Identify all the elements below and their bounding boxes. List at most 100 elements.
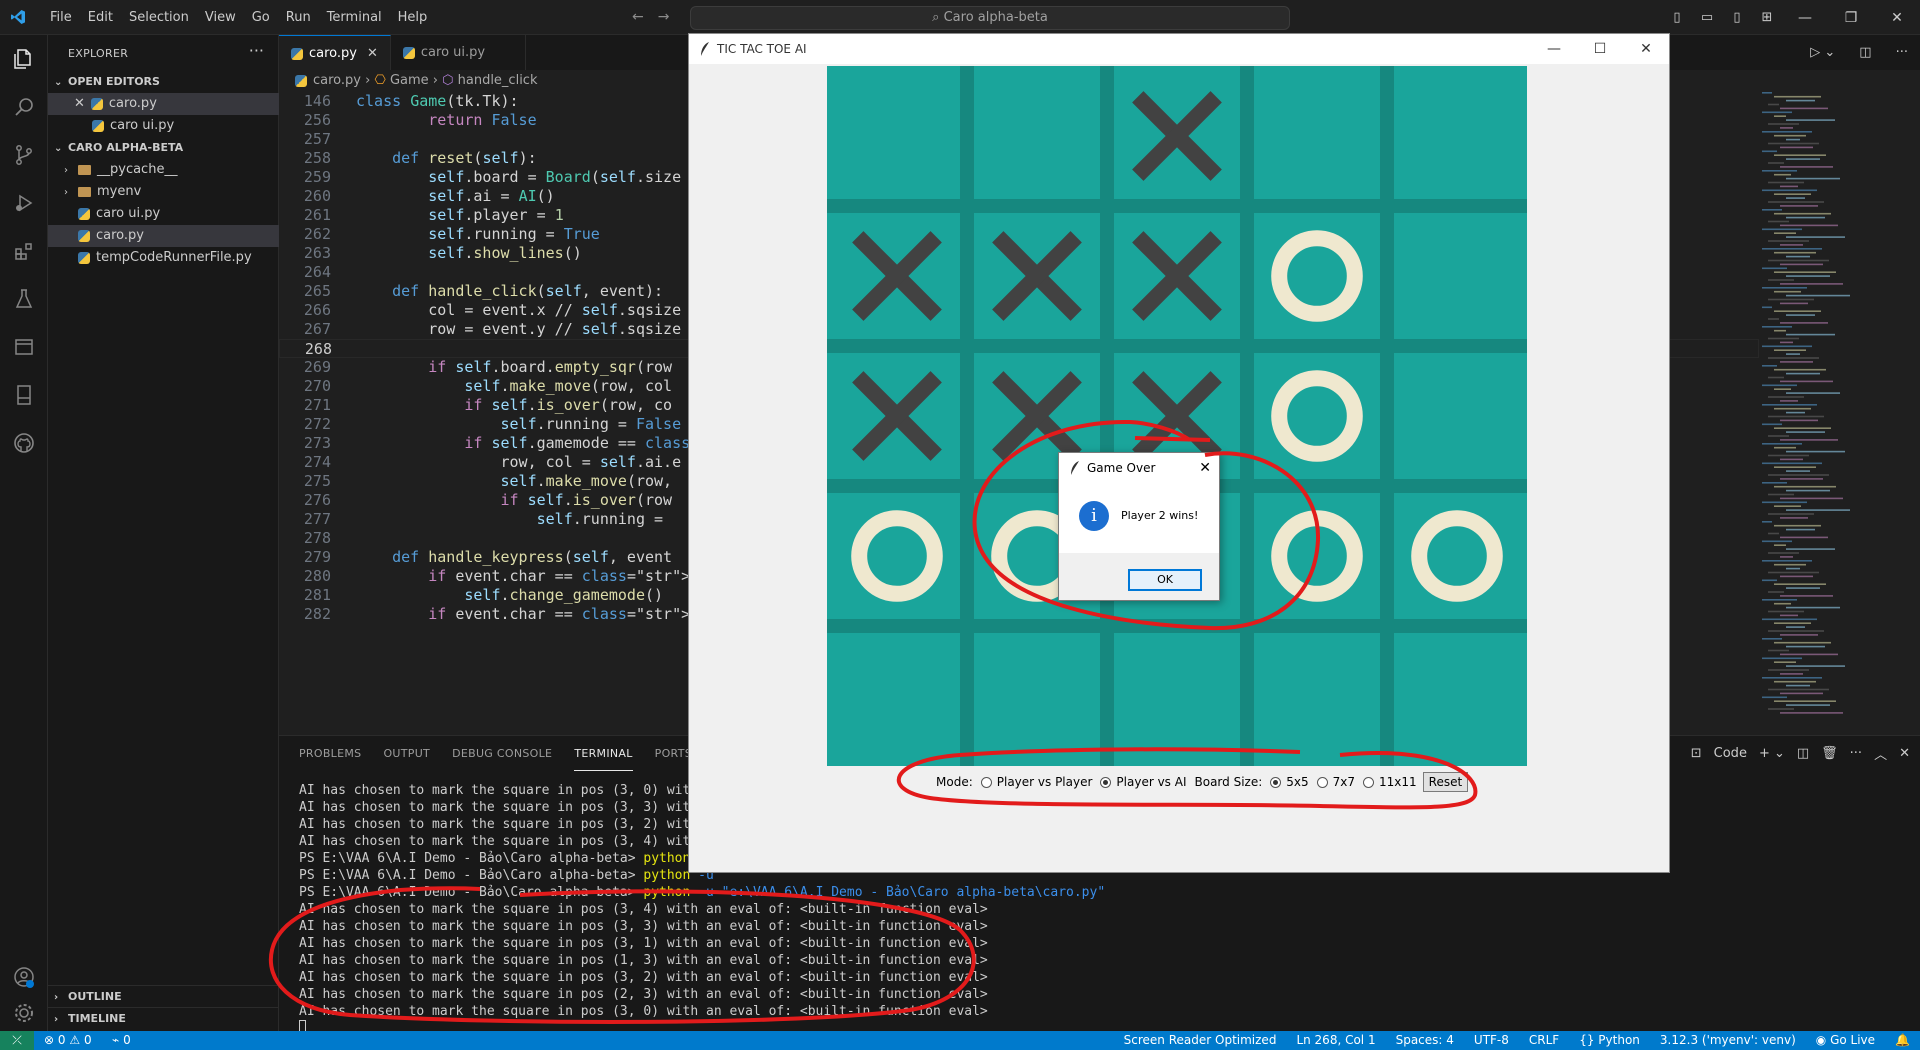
menu-view[interactable]: View (197, 0, 244, 35)
board-cell[interactable] (1387, 66, 1527, 206)
tree-item-caro-ui-py[interactable]: caro ui.py (48, 203, 279, 225)
open-editor-item-caro-ui-py[interactable]: caro ui.py (48, 115, 279, 137)
close-icon[interactable]: ✕ (367, 46, 378, 61)
menu-run[interactable]: Run (278, 0, 319, 35)
source-control-icon[interactable] (12, 143, 36, 167)
back-arrow-icon[interactable]: ← (632, 9, 644, 25)
ok-button[interactable]: OK (1128, 569, 1202, 591)
close-icon[interactable]: ✕ (74, 96, 85, 111)
tk-maximize-button[interactable]: ☐ (1577, 34, 1623, 64)
board-cell[interactable] (1387, 206, 1527, 346)
tree-item-tempcoderunnerfile[interactable]: tempCodeRunnerFile.py (48, 247, 279, 269)
tab-ports[interactable]: PORTS (655, 736, 692, 771)
tk-close-button[interactable]: ✕ (1623, 34, 1669, 64)
board-cell[interactable] (967, 66, 1107, 206)
restore-window-button[interactable]: ❐ (1828, 10, 1874, 26)
board-cell[interactable] (1247, 486, 1387, 626)
menu-go[interactable]: Go (244, 0, 278, 35)
split-terminal-icon[interactable]: ◫ (1797, 746, 1809, 761)
accounts-icon[interactable] (12, 965, 36, 989)
indentation-status[interactable]: Spaces: 4 (1386, 1031, 1464, 1050)
radio-player-vs-player[interactable] (980, 776, 992, 788)
encoding-status[interactable]: UTF-8 (1464, 1031, 1519, 1050)
menu-help[interactable]: Help (390, 0, 436, 35)
mode-option-label[interactable]: Player vs Player (997, 775, 1093, 789)
radio-player-vs-ai[interactable] (1100, 776, 1112, 788)
board-cell[interactable] (1387, 486, 1527, 626)
run-and-debug-icon[interactable] (12, 191, 36, 215)
breadcrumb-file[interactable]: caro.py (313, 73, 361, 88)
radio-size-11x11[interactable] (1363, 776, 1375, 788)
outline-section[interactable]: › OUTLINE (48, 985, 279, 1007)
screen-reader-status[interactable]: Screen Reader Optimized (1114, 1031, 1287, 1050)
menu-edit[interactable]: Edit (80, 0, 121, 35)
board-cell[interactable] (1387, 346, 1527, 486)
tab-debug-console[interactable]: DEBUG CONSOLE (452, 736, 552, 771)
board-cell[interactable] (1387, 626, 1527, 766)
board-cell[interactable] (827, 66, 967, 206)
size-option-label[interactable]: 5x5 (1286, 775, 1308, 789)
testing-flask-icon[interactable] (12, 287, 36, 311)
toggle-panel-icon[interactable]: ▭ (1692, 10, 1722, 25)
more-actions-icon[interactable]: ··· (1883, 35, 1920, 70)
open-editors-section[interactable]: ⌄ OPEN EDITORS (48, 71, 279, 93)
game-board[interactable] (827, 66, 1527, 766)
size-option-label[interactable]: 11x11 (1379, 775, 1417, 789)
board-cell[interactable] (827, 486, 967, 626)
search-icon[interactable] (12, 95, 36, 119)
split-editor-icon[interactable]: ◫ (1847, 35, 1884, 70)
eol-status[interactable]: CRLF (1519, 1031, 1569, 1050)
board-cell[interactable] (827, 626, 967, 766)
menu-selection[interactable]: Selection (121, 0, 197, 35)
remote-explorer-icon[interactable] (12, 335, 36, 359)
menu-terminal[interactable]: Terminal (319, 0, 390, 35)
tree-item-myenv[interactable]: › myenv (48, 181, 279, 203)
go-live-button[interactable]: ◉ Go Live (1806, 1031, 1885, 1050)
notifications-bell-icon[interactable]: 🔔 (1885, 1031, 1920, 1050)
tab-caro-py[interactable]: caro.py ✕ (279, 35, 391, 70)
board-cell[interactable] (1247, 206, 1387, 346)
manage-gear-icon[interactable] (12, 1001, 36, 1025)
board-cell[interactable] (1107, 626, 1247, 766)
radio-size-5x5[interactable] (1270, 776, 1282, 788)
explorer-files-icon[interactable] (12, 47, 36, 71)
timeline-section[interactable]: › TIMELINE (48, 1007, 279, 1029)
toggle-secondary-sidebar-icon[interactable]: ▯ (1722, 10, 1752, 25)
tab-caro-ui-py[interactable]: caro ui.py (390, 35, 527, 70)
project-section[interactable]: ⌄ CARO ALPHA-BETA (48, 137, 279, 159)
board-cell[interactable] (1247, 66, 1387, 206)
tab-terminal[interactable]: TERMINAL (574, 736, 633, 771)
minimize-window-button[interactable]: — (1782, 10, 1828, 26)
language-mode[interactable]: {} Python (1569, 1031, 1650, 1050)
mode-option-label[interactable]: Player vs AI (1116, 775, 1186, 789)
run-python-file-icon[interactable]: ▷ ⌄ (1798, 35, 1848, 70)
cursor-position[interactable]: Ln 268, Col 1 (1286, 1031, 1385, 1050)
python-interpreter[interactable]: 3.12.3 ('myenv': venv) (1650, 1031, 1806, 1050)
close-panel-icon[interactable]: ✕ (1899, 746, 1910, 761)
tab-output[interactable]: OUTPUT (383, 736, 430, 771)
tab-problems[interactable]: PROBLEMS (299, 736, 361, 771)
command-center-search[interactable]: ⌕ Caro alpha-beta (690, 6, 1290, 30)
ports-status[interactable]: ⌁ 0 (112, 1031, 131, 1050)
toggle-primary-sidebar-icon[interactable]: ▯ (1662, 10, 1692, 25)
forward-arrow-icon[interactable]: → (658, 9, 670, 25)
minimap[interactable] (1760, 92, 1880, 732)
breadcrumb-class[interactable]: Game (390, 73, 429, 88)
breadcrumb-method[interactable]: handle_click (458, 73, 538, 88)
kill-terminal-trash-icon[interactable]: 🗑 (1821, 746, 1838, 761)
board-cell[interactable] (1247, 626, 1387, 766)
board-cell[interactable] (967, 626, 1107, 766)
maximize-panel-chevron-up-icon[interactable]: ︿ (1874, 744, 1887, 763)
size-option-label[interactable]: 7x7 (1333, 775, 1355, 789)
dialog-close-button[interactable]: ✕ (1199, 453, 1211, 483)
radio-size-7x7[interactable] (1316, 776, 1328, 788)
customize-layout-icon[interactable]: ⊞ (1752, 10, 1782, 25)
tree-item-caro-py[interactable]: caro.py (48, 225, 279, 247)
remote-indicator-icon[interactable]: ⤫ (0, 1031, 34, 1050)
tree-item-pycache[interactable]: › __pycache__ (48, 159, 279, 181)
more-actions-icon[interactable]: ··· (1850, 746, 1862, 761)
close-window-button[interactable]: ✕ (1874, 10, 1920, 26)
notebook-icon[interactable] (12, 383, 36, 407)
more-actions-icon[interactable]: ··· (249, 41, 264, 60)
open-editor-item-caro-py[interactable]: ✕ caro.py (48, 93, 279, 115)
